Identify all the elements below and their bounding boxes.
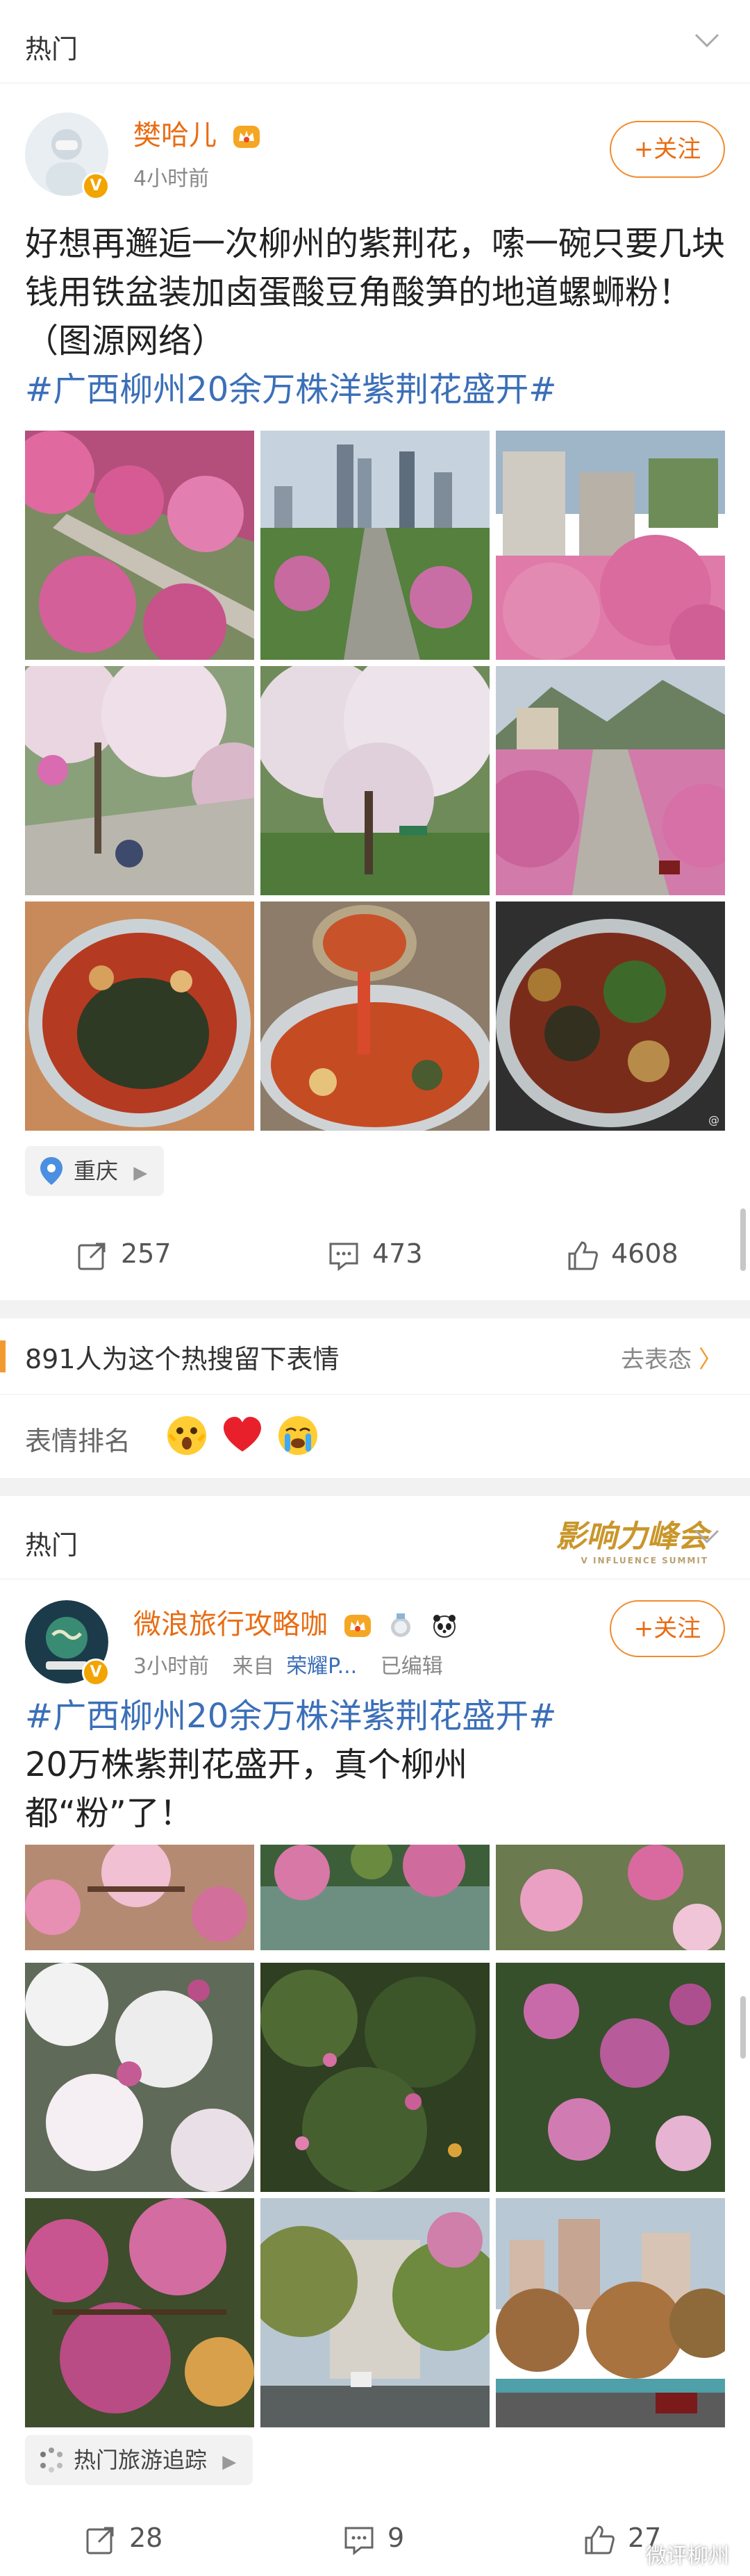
- comment-button[interactable]: 473: [328, 1215, 423, 1292]
- post-time: 3小时前: [133, 1654, 210, 1679]
- like-button[interactable]: 4608: [567, 1215, 678, 1292]
- divider: [0, 1478, 750, 1496]
- influence-summit-logo: 影响力峰会 V INFLUENCE SUMMIT: [556, 1511, 708, 1565]
- verified-badge-icon: V: [82, 172, 110, 200]
- comment-count: 9: [388, 2523, 405, 2553]
- edited-label[interactable]: 已编辑: [381, 1654, 443, 1679]
- pink-branches-photo[interactable]: [25, 2198, 254, 2427]
- username-text[interactable]: 樊哈儿: [133, 119, 217, 151]
- divider: [0, 1300, 750, 1318]
- post-card: V 微浪旅行攻略咖 3小时前 来自 荣耀P... 已编辑 +关注 #广西柳州20…: [0, 1579, 750, 2576]
- location-pin-icon: [40, 1157, 62, 1185]
- pond-trees-photo[interactable]: [260, 1845, 490, 1950]
- source-prefix: 来自: [232, 1654, 274, 1679]
- source-device-link[interactable]: 荣耀P...: [286, 1654, 357, 1679]
- repost-count: 28: [129, 2523, 163, 2553]
- riverside-buildings-photo[interactable]: [496, 2198, 725, 2427]
- section-header-hot: 热门 影响力峰会 V INFLUENCE SUMMIT: [0, 1496, 750, 1579]
- thumbs-up-icon: [585, 2525, 615, 2554]
- pickled-noodle-photo[interactable]: @: [496, 901, 725, 1131]
- hashtag-link[interactable]: #广西柳州20余万株洋紫荆花盛开#: [25, 1697, 557, 1736]
- thumbs-up-icon: [568, 1240, 598, 1270]
- scrollbar[interactable]: [740, 1996, 746, 2059]
- chevron-right-icon: ▶: [222, 2452, 237, 2473]
- react-link-text[interactable]: 去表态: [621, 1346, 692, 1374]
- comment-count: 473: [372, 1238, 423, 1269]
- summit-title: 影响力峰会: [556, 1519, 708, 1554]
- username-text[interactable]: 微浪旅行攻略咖: [133, 1609, 328, 1640]
- pink-flower-photo[interactable]: [496, 1845, 725, 1950]
- street-trees-photo[interactable]: [260, 2198, 490, 2427]
- location-chip[interactable]: 重庆 ▶: [25, 1146, 165, 1196]
- medal-badge-icon: [391, 1613, 411, 1637]
- city-skyline-photo[interactable]: [260, 431, 490, 660]
- like-count: 4608: [611, 1238, 678, 1269]
- post-body: #广西柳州20余万株洋紫荆花盛开# 20万株紫荆花盛开，真个柳州 都“粉”了！: [25, 1692, 726, 1838]
- repost-icon: [78, 1243, 106, 1270]
- topic-spinner-icon: [40, 2448, 62, 2473]
- repost-icon: [86, 2527, 114, 2554]
- flower-avenue-photo[interactable]: [25, 431, 254, 660]
- chevron-right-icon: ▶: [133, 1163, 148, 1183]
- crying-emoji-icon[interactable]: [276, 1414, 319, 1457]
- topic-chip[interactable]: 热门旅游追踪 ▶: [25, 2435, 253, 2485]
- heart-emoji-icon[interactable]: [221, 1414, 264, 1457]
- hashtag-link[interactable]: #广西柳州20余万株洋紫荆花盛开#: [25, 370, 557, 409]
- post-body-line: 20万株紫荆花盛开，真个柳州: [25, 1745, 468, 1784]
- repost-button[interactable]: 257: [76, 1215, 172, 1292]
- post-body-text: 好想再邂逅一次柳州的紫荆花，嗦一碗只要几块钱用铁盆装加卤蛋酸豆角酸笋的地道螺蛳粉…: [25, 224, 726, 360]
- post-meta: 3小时前 来自 荣耀P... 已编辑: [133, 1649, 443, 1679]
- purple-flowers-photo[interactable]: [496, 1963, 725, 2192]
- post-body-line: 都“粉”了！: [25, 1794, 193, 1833]
- source-watermark: 微评柳州: [646, 2544, 729, 2568]
- post-card: V 樊哈儿 4小时前 +关注 好想再邂逅一次柳州的紫荆花，嗦一碗只要几块钱用铁盆…: [0, 83, 750, 1292]
- repost-count: 257: [121, 1238, 172, 1269]
- repost-button[interactable]: 28: [85, 2500, 162, 2576]
- section-label: 热门: [25, 1530, 78, 1561]
- comment-icon: [329, 1243, 358, 1271]
- image-grid: @: [25, 431, 725, 1131]
- soup-ladle-photo[interactable]: [260, 901, 490, 1131]
- action-bar: 257 473 4608: [0, 1215, 750, 1292]
- pink-trees-street-photo[interactable]: [496, 431, 725, 660]
- action-bar: 28 9 27: [0, 2500, 750, 2576]
- accent-bar: [0, 1340, 6, 1372]
- flowering-tree-park-photo[interactable]: [260, 666, 490, 895]
- emoji-ranking-row: 表情排名: [0, 1395, 750, 1478]
- scrollbar[interactable]: [740, 1208, 746, 1271]
- post-time: 4小时前: [133, 167, 210, 191]
- location-label: 重庆: [74, 1158, 119, 1184]
- username[interactable]: 樊哈儿: [133, 113, 260, 153]
- noodle-bowl-photo[interactable]: [25, 901, 254, 1131]
- blossom-closeup-photo[interactable]: [25, 1845, 254, 1950]
- flower-branch-photo[interactable]: [25, 666, 254, 895]
- verified-badge-icon: V: [82, 1659, 110, 1686]
- username[interactable]: 微浪旅行攻略咖: [133, 1602, 458, 1642]
- react-link[interactable]: 去表态〉: [621, 1340, 722, 1374]
- topic-label: 热门旅游追踪: [74, 2447, 208, 2473]
- comment-button[interactable]: 9: [343, 2500, 404, 2576]
- comment-icon: [344, 2527, 374, 2555]
- chevron-down-icon[interactable]: [692, 25, 722, 56]
- chevron-right-icon: 〉: [699, 1346, 722, 1374]
- shocked-emoji-icon[interactable]: [165, 1414, 208, 1457]
- valley-road-photo[interactable]: [496, 666, 725, 895]
- follow-button[interactable]: +关注: [610, 1600, 725, 1657]
- post-body: 好想再邂逅一次柳州的紫荆花，嗦一碗只要几块钱用铁盆装加卤蛋酸豆角酸笋的地道螺蛳粉…: [25, 219, 726, 414]
- summit-subtitle: V INFLUENCE SUMMIT: [581, 1556, 708, 1565]
- chevron-down-icon[interactable]: [692, 1521, 722, 1552]
- hot-search-text: 891人为这个热搜留下表情: [25, 1344, 340, 1374]
- tree-canopy-photo[interactable]: [260, 1963, 490, 2192]
- follow-button[interactable]: +关注: [610, 121, 725, 178]
- crown-badge-icon: [233, 126, 260, 148]
- image-watermark: @: [708, 1113, 719, 1127]
- hot-search-row[interactable]: 891人为这个热搜留下表情 去表态〉: [0, 1318, 750, 1395]
- section-header-hot: 热门: [0, 0, 750, 83]
- crown-badge-icon: [344, 1615, 371, 1637]
- section-label: 热门: [25, 34, 78, 65]
- panda-badge-icon: [433, 1615, 456, 1638]
- white-blossoms-photo[interactable]: [25, 1963, 254, 2192]
- ranking-label: 表情排名: [25, 1426, 131, 1456]
